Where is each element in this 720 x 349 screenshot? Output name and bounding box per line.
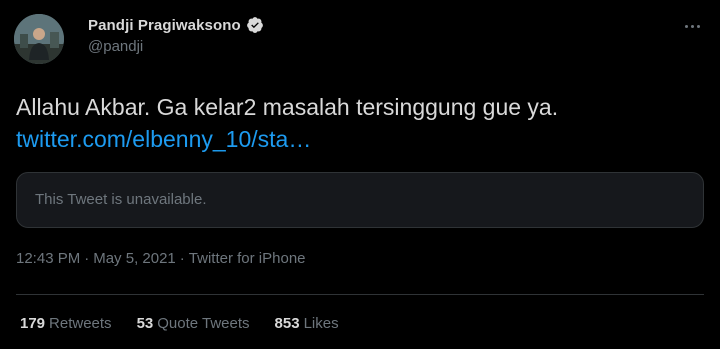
tweet-stats: 179 Retweets 53 Quote Tweets 853 Likes — [20, 315, 364, 332]
tweet-card: Pandji Pragiwaksono @pandji Allahu Akbar… — [0, 0, 720, 349]
meta-separator: · — [179, 250, 185, 267]
author-display-name[interactable]: Pandji Pragiwaksono — [88, 17, 241, 34]
tweet-meta: 12:43 PM · May 5, 2021 · Twitter for iPh… — [16, 250, 306, 267]
tweet-text: Allahu Akbar. Ga kelar2 masalah tersingg… — [16, 94, 559, 120]
meta-separator: · — [84, 250, 90, 267]
author-name-row: Pandji Pragiwaksono — [88, 14, 264, 36]
verified-badge-icon — [246, 16, 264, 34]
quote-tweets-label: Quote Tweets — [157, 315, 250, 332]
quoted-tweet-unavailable-text: This Tweet is unavailable. — [35, 191, 207, 208]
quote-tweets-count: 53 — [136, 315, 154, 332]
likes-count: 853 — [274, 315, 300, 332]
more-dot — [696, 24, 700, 28]
quote-tweets-stat[interactable]: 53 Quote Tweets — [137, 315, 250, 332]
author-block: Pandji Pragiwaksono @pandji — [88, 14, 264, 55]
divider — [16, 294, 704, 295]
tweet-date[interactable]: May 5, 2021 — [93, 250, 176, 267]
retweets-count: 179 — [20, 315, 46, 332]
quoted-tweet-box[interactable]: This Tweet is unavailable. — [16, 172, 704, 228]
likes-stat[interactable]: 853 Likes — [275, 315, 339, 332]
tweet-link[interactable]: twitter.com/elbenny_10/sta… — [16, 123, 706, 155]
tweet-body: Allahu Akbar. Ga kelar2 masalah tersingg… — [16, 91, 706, 155]
likes-label: Likes — [303, 315, 339, 332]
tweet-time[interactable]: 12:43 PM — [16, 250, 80, 267]
avatar-photo — [14, 14, 64, 64]
retweets-label: Retweets — [49, 315, 112, 332]
retweets-stat[interactable]: 179 Retweets — [20, 315, 112, 332]
more-options-icon[interactable] — [680, 16, 704, 36]
more-dot — [690, 24, 694, 28]
author-handle[interactable]: @pandji — [88, 38, 264, 55]
tweet-source[interactable]: Twitter for iPhone — [189, 250, 306, 267]
more-dot — [684, 24, 688, 28]
avatar[interactable] — [14, 14, 64, 64]
